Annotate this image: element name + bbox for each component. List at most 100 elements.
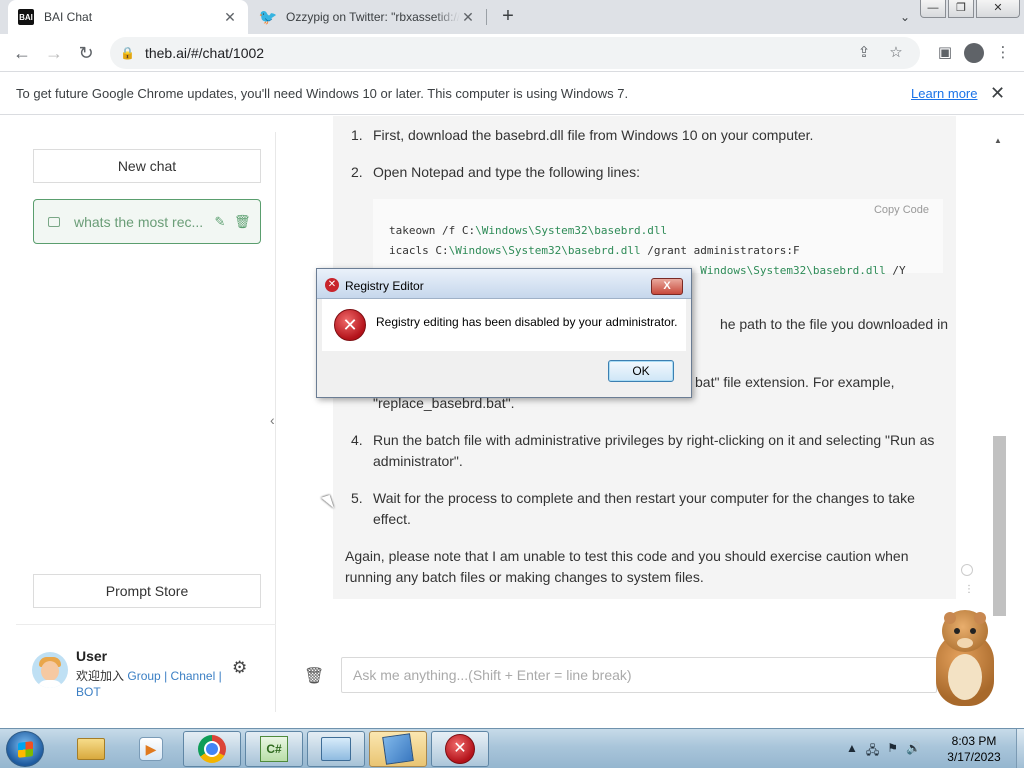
error-icon: ✕ — [334, 309, 366, 341]
show-desktop-button[interactable] — [1016, 729, 1024, 768]
show-hidden-icons-icon[interactable]: ▲ — [846, 741, 858, 762]
browser-toolbar: ← → ↻ 🔒 theb.ai/#/chat/1002 ⇪ ☆ ▣ ⋮ — [0, 34, 1024, 72]
system-clock[interactable]: 8:03 PM 3/17/2023 — [934, 733, 1014, 765]
taskbar-control-panel[interactable] — [307, 731, 365, 767]
chat-item-title: whats the most rec... — [74, 213, 204, 230]
toolbar-actions: ▣ ⋮ — [932, 37, 1016, 69]
group-link[interactable]: Group — [127, 669, 160, 683]
address-bar[interactable]: 🔒 theb.ai/#/chat/1002 ⇪ ☆ — [110, 37, 920, 69]
collapse-sidebar-chevron-icon[interactable]: ‹ — [270, 412, 275, 428]
chat-sidebar: New chat whats the most rec... ✎ 🗑 Promp… — [16, 132, 276, 712]
dialog-close-button[interactable]: X — [651, 278, 683, 295]
step-4: 4. Run the batch file with administrative… — [351, 432, 935, 469]
side-panel-icon[interactable]: ▣ — [932, 37, 958, 69]
regedit-icon — [382, 733, 414, 765]
step-1: 1. First, download the basebrd.dll file f… — [351, 127, 814, 143]
window-close-button[interactable]: ✕ — [976, 0, 1020, 18]
clock-time: 8:03 PM — [951, 734, 997, 748]
user-name: User — [76, 648, 108, 664]
system-tray: ▲ 🖧 ⚑ 🔊 — [846, 741, 921, 762]
scrollbar-thumb[interactable] — [993, 436, 1006, 616]
learn-more-link[interactable]: Learn more — [911, 86, 977, 101]
forward-button[interactable]: → — [38, 37, 70, 69]
back-button[interactable]: ← — [6, 37, 38, 69]
registry-editor-dialog: ✕ Registry Editor X ✕ Registry editing h… — [316, 268, 692, 398]
twitter-bird-icon: 🐦 — [258, 9, 278, 26]
tab-title: BAI Chat — [44, 10, 93, 24]
link-separator: | — [218, 669, 222, 683]
loading-spinner-icon — [961, 564, 973, 576]
new-chat-button[interactable]: New chat — [33, 149, 261, 183]
control-panel-icon — [321, 737, 351, 761]
action-center-flag-icon[interactable]: ⚑ — [887, 741, 898, 762]
link-separator: | — [164, 669, 168, 683]
close-icon[interactable]: ✕ — [460, 9, 476, 26]
chrome-menu-icon[interactable]: ⋮ — [990, 37, 1016, 69]
clock-date: 3/17/2023 — [947, 750, 1001, 764]
tab-search-button[interactable]: ⌄ — [894, 6, 916, 28]
dialog-title: Registry Editor — [345, 279, 424, 293]
chat-bubble-icon — [48, 216, 60, 227]
infobar-close-icon[interactable]: ✕ — [990, 83, 1005, 104]
copy-code-button[interactable]: Copy Code — [874, 204, 929, 216]
profile-avatar-icon[interactable] — [964, 43, 984, 63]
bai-logo-icon: BAI — [18, 9, 34, 25]
divider — [16, 624, 276, 625]
taskbar-registry-editor[interactable] — [369, 731, 427, 767]
tab-twitter[interactable]: 🐦 Ozzypig on Twitter: "rbxassetid:// ✕ — [250, 0, 486, 34]
close-icon[interactable]: ✕ — [222, 9, 238, 26]
dialog-content: ✕ Registry editing has been disabled by … — [322, 299, 686, 351]
url-text: theb.ai/#/chat/1002 — [144, 45, 265, 61]
taskbar-chrome[interactable] — [183, 731, 241, 767]
minimize-button[interactable]: — — [920, 0, 946, 18]
volume-icon[interactable]: 🔊 — [906, 741, 921, 762]
bookmark-star-icon[interactable]: ☆ — [886, 43, 906, 61]
closing-note: Again, please note that I am unable to t… — [345, 548, 909, 585]
window-controls: — ❐ ✕ — [920, 0, 1020, 18]
chrome-icon — [198, 735, 226, 763]
step-3-fragment-b: bat" file extension. For example, — [695, 374, 895, 390]
more-options-icon[interactable]: ⋮ — [964, 584, 974, 595]
taskbar-explorer[interactable] — [62, 731, 120, 767]
ok-button[interactable]: OK — [608, 360, 674, 382]
user-links: 欢迎加入 Group | Channel | BOT — [76, 668, 226, 700]
scroll-up-arrow-icon[interactable]: ▲ — [994, 136, 1002, 145]
bot-link[interactable]: BOT — [76, 685, 101, 699]
chat-input[interactable]: Ask me anything...(Shift + Enter = line … — [341, 657, 937, 693]
page-content: New chat whats the most rec... ✎ 🗑 Promp… — [0, 116, 1024, 728]
avatar[interactable] — [32, 652, 68, 688]
lock-icon[interactable]: 🔒 — [120, 46, 135, 60]
prompt-store-button[interactable]: Prompt Store — [33, 574, 261, 608]
tab-title: Ozzypig on Twitter: "rbxassetid:// — [286, 10, 460, 24]
chat-history-item[interactable]: whats the most rec... ✎ 🗑 — [33, 199, 261, 244]
tab-bai-chat[interactable]: BAI BAI Chat ✕ — [8, 0, 248, 34]
media-player-icon: ▶ — [139, 737, 163, 761]
step-5: 5. Wait for the process to complete and t… — [351, 490, 915, 527]
error-icon: ✕ — [445, 734, 475, 764]
page-scrollbar[interactable]: ▲ — [992, 136, 1006, 624]
error-small-icon: ✕ — [325, 278, 339, 292]
start-button[interactable] — [6, 731, 44, 767]
taskbar-error-dialog[interactable]: ✕ — [431, 731, 489, 767]
tab-separator — [486, 9, 487, 25]
dialog-titlebar[interactable]: ✕ Registry Editor X — [317, 269, 691, 299]
clear-chat-trash-icon[interactable]: 🗑 — [304, 666, 324, 686]
share-icon[interactable]: ⇪ — [854, 43, 874, 61]
step-3-fragment-a: he path to the file you downloaded in — [719, 316, 948, 332]
user-profile: User 欢迎加入 Group | Channel | BOT ⚙ — [32, 644, 272, 704]
csharp-icon: C# — [260, 736, 288, 762]
reload-button[interactable]: ↻ — [70, 37, 102, 69]
hamster-image — [926, 606, 1006, 710]
channel-link[interactable]: Channel — [171, 669, 216, 683]
infobar-text: To get future Google Chrome updates, you… — [16, 86, 629, 101]
new-tab-button[interactable]: + — [496, 5, 520, 29]
edit-icon[interactable]: ✎ — [212, 214, 228, 230]
dialog-message: Registry editing has been disabled by yo… — [376, 315, 678, 329]
taskbar-csharp[interactable]: C# — [245, 731, 303, 767]
delete-icon[interactable]: 🗑 — [234, 214, 251, 230]
restore-button[interactable]: ❐ — [948, 0, 974, 18]
step-2: 2. Open Notepad and type the following li… — [351, 164, 640, 180]
settings-gear-icon[interactable]: ⚙ — [232, 658, 247, 678]
network-icon[interactable]: 🖧 — [866, 741, 879, 762]
taskbar-media-player[interactable]: ▶ — [122, 731, 180, 767]
